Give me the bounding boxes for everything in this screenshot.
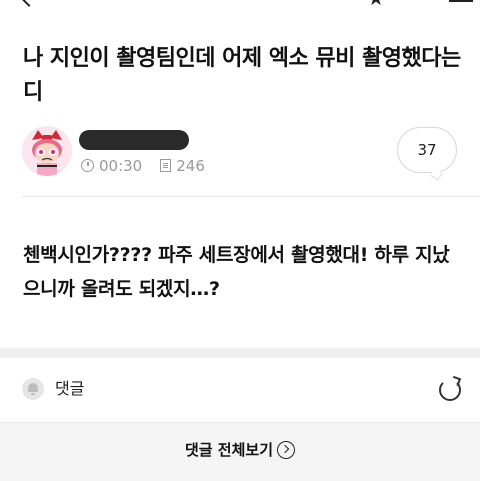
section-separator: [0, 348, 480, 358]
top-navigation-bar: ★: [0, 0, 480, 16]
view-all-comments-label: 댓글 전체보기: [184, 441, 274, 459]
bell-icon[interactable]: [22, 378, 44, 400]
comment-footer: 댓글 전체보기: [0, 422, 480, 481]
avatar[interactable]: [22, 126, 72, 176]
avatar-illustration: [22, 126, 72, 176]
view-all-comments-button[interactable]: 댓글 전체보기: [0, 439, 480, 461]
refresh-icon[interactable]: [439, 379, 461, 401]
post-meta: 00:30 246: [81, 156, 205, 175]
chevron-circle-right-icon: [277, 440, 296, 459]
comment-count: 37: [417, 141, 437, 159]
author-name-redacted: [79, 130, 189, 150]
post-body: 첸백시인가???? 파주 세트장에서 촬영했대! 하루 지났으니까 올려도 되겠…: [23, 244, 450, 300]
comment-section-header: 댓글: [0, 360, 480, 420]
clock-icon: [81, 159, 94, 172]
view-count: 246: [176, 156, 205, 175]
star-icon[interactable]: ★: [367, 0, 385, 8]
comment-count-badge[interactable]: 37: [397, 127, 457, 173]
document-icon: [160, 159, 172, 172]
divider: [22, 196, 480, 197]
chevron-left-icon[interactable]: [19, 0, 39, 7]
post-title: 나 지인이 촬영팀인데 어제 엑소 뮤비 촬영했다는디: [23, 46, 461, 105]
post-time: 00:30: [99, 156, 143, 175]
comment-section-label: 댓글: [55, 379, 85, 398]
